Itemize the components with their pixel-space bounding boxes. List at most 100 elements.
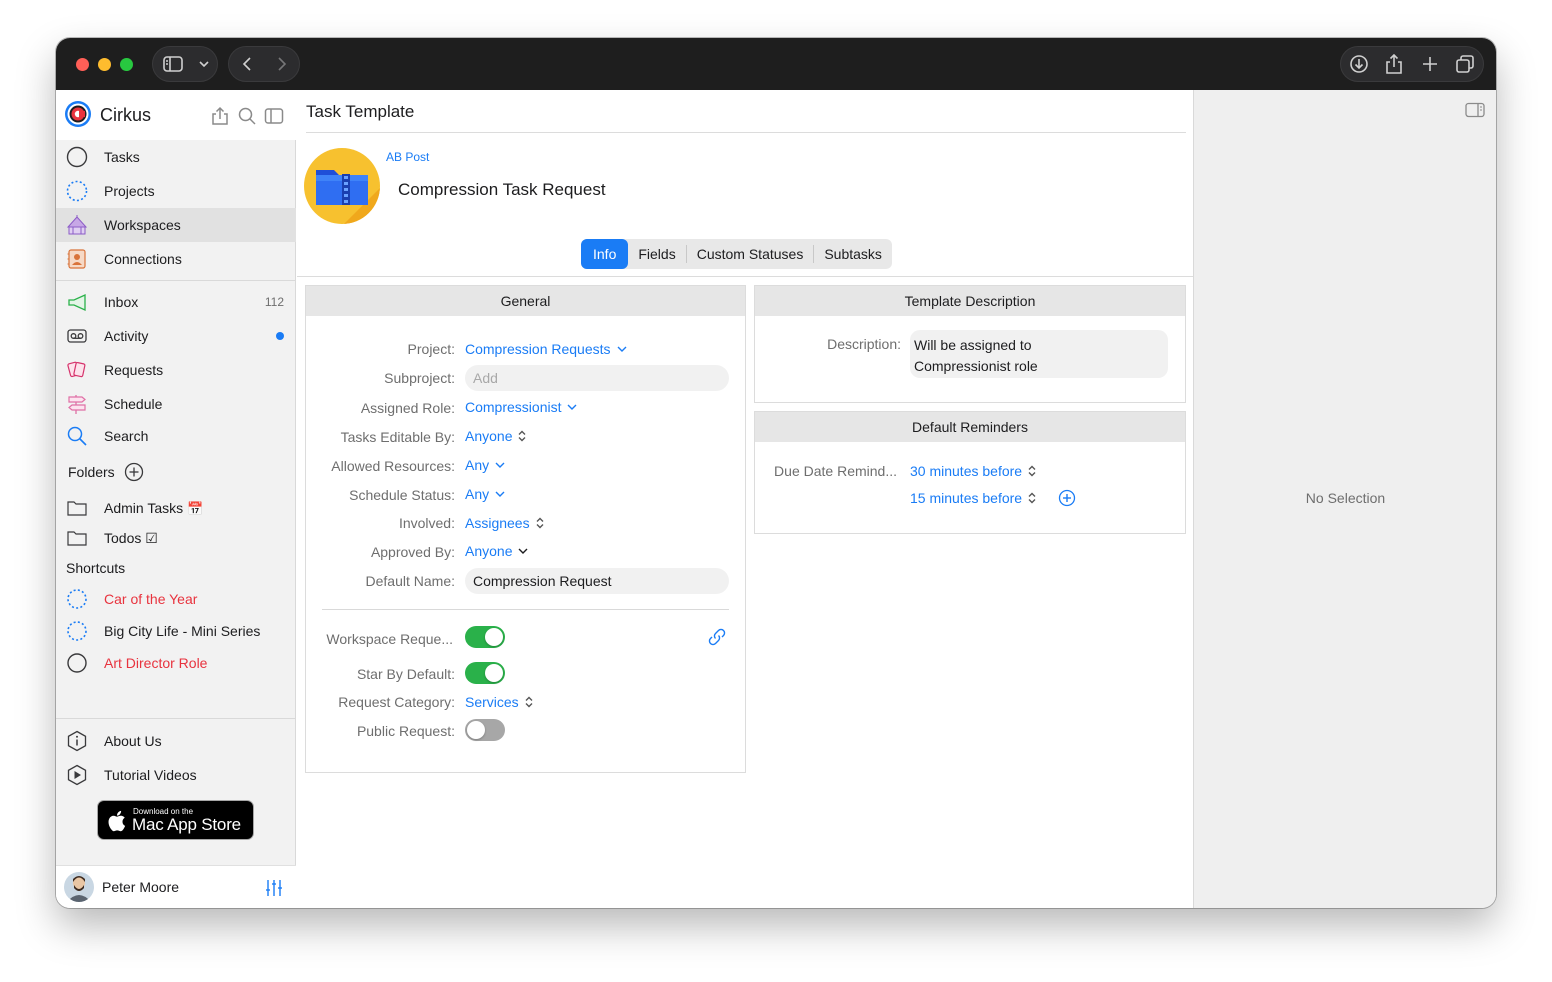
project-dropdown[interactable]: Compression Requests <box>465 341 627 357</box>
title-divider <box>306 132 1186 133</box>
sidebar-toggle-button[interactable] <box>153 47 193 81</box>
reminder-item[interactable]: 30 minutes before <box>910 463 1036 479</box>
allowed-resources-dropdown[interactable]: Any <box>465 457 505 473</box>
sidebar-item-tasks[interactable]: Tasks <box>56 140 296 174</box>
chevron-down-icon <box>518 548 528 554</box>
up-down-chevron-icon <box>536 517 544 529</box>
folder-icon <box>66 497 88 519</box>
tab-subtasks[interactable]: Subtasks <box>814 239 892 269</box>
sidebar-menu-button[interactable] <box>193 47 215 81</box>
tab-overview-button[interactable] <box>1448 47 1484 81</box>
mac-app-store-badge[interactable]: Download on the Mac App Store <box>97 800 254 840</box>
minimize-window-button[interactable] <box>98 58 111 71</box>
export-button[interactable] <box>210 106 230 126</box>
general-panel: General Project: Compression Requests Su… <box>305 285 746 773</box>
request-category-popup[interactable]: Services <box>465 694 533 710</box>
add-reminder-button[interactable] <box>1058 489 1076 507</box>
sidebar-item-label: About Us <box>104 733 162 749</box>
shortcut-label: Big City Life - Mini Series <box>104 623 261 639</box>
sliders-icon[interactable] <box>264 878 284 898</box>
avatar <box>64 872 94 902</box>
default-name-label: Default Name: <box>365 573 455 589</box>
tab-fields[interactable]: Fields <box>628 239 685 269</box>
inspector-toggle-icon[interactable] <box>1465 102 1485 118</box>
megaphone-icon <box>66 291 88 313</box>
new-tab-button[interactable] <box>1412 47 1448 81</box>
history-nav-group <box>228 46 300 82</box>
default-name-input[interactable]: Compression Request <box>465 568 729 594</box>
circus-tent-icon <box>66 214 88 236</box>
public-request-toggle[interactable] <box>465 719 505 741</box>
workspace-request-toggle[interactable] <box>465 626 505 648</box>
star-by-default-toggle[interactable] <box>465 662 505 684</box>
section-divider <box>322 609 729 610</box>
approved-by-label: Approved By: <box>370 544 455 560</box>
user-bar[interactable]: Peter Moore <box>56 865 296 908</box>
folder-label: Admin Tasks 📅 <box>104 500 203 517</box>
folder-todos[interactable]: Todos ☑ <box>56 521 296 555</box>
sidebar-item-requests[interactable]: Requests <box>56 353 296 387</box>
sidebar-item-label: Schedule <box>104 396 163 412</box>
schedule-status-dropdown[interactable]: Any <box>465 486 505 502</box>
close-window-button[interactable] <box>76 58 89 71</box>
tab-custom-statuses[interactable]: Custom Statuses <box>687 239 814 269</box>
sidebar-item-search[interactable]: Search <box>56 419 296 453</box>
allowed-resources-label: Allowed Resources: <box>331 458 455 474</box>
user-name: Peter Moore <box>102 879 180 895</box>
task-template-avatar[interactable] <box>304 148 380 224</box>
downloads-button[interactable] <box>1341 47 1377 81</box>
app-window: Cirkus Tasks Projects Workspaces Connect… <box>56 38 1496 908</box>
zip-folder-icon <box>316 170 380 224</box>
toggle-sidebar-button[interactable] <box>264 106 284 126</box>
up-down-chevron-icon <box>1028 465 1036 477</box>
tasks-editable-by-popup[interactable]: Anyone <box>465 428 526 444</box>
sidebar-item-workspaces[interactable]: Workspaces <box>56 208 296 242</box>
search-icon <box>66 425 88 447</box>
sidebar-item-label: Projects <box>104 183 155 199</box>
forward-button[interactable] <box>264 47 299 81</box>
reminder-item[interactable]: 15 minutes before <box>910 490 1036 506</box>
sidebar-item-label: Inbox <box>104 294 139 310</box>
chevron-down-icon <box>495 462 505 468</box>
back-button[interactable] <box>229 47 264 81</box>
sidebar-item-label: Connections <box>104 251 182 267</box>
sidebar-item-activity[interactable]: Activity <box>56 319 296 353</box>
workspace-request-label: Workspace Reque... <box>326 631 453 647</box>
sidebar-item-label: Workspaces <box>104 217 181 233</box>
sidebar-search-button[interactable] <box>237 106 257 126</box>
breadcrumb[interactable]: AB Post <box>386 150 429 164</box>
description-field[interactable]: Will be assigned to Compressionist role <box>910 330 1168 378</box>
shortcut-big-city-life[interactable]: Big City Life - Mini Series <box>56 614 296 648</box>
content-divider <box>297 276 1193 277</box>
share-button[interactable] <box>1377 47 1413 81</box>
sidebar-item-projects[interactable]: Projects <box>56 174 296 208</box>
sidebar-icon <box>163 56 183 72</box>
shortcut-art-director-role[interactable]: Art Director Role <box>56 646 296 680</box>
description-line: Compressionist role <box>914 358 1038 374</box>
template-description-panel: Template Description Description: Will b… <box>754 285 1186 403</box>
assigned-role-value: Compressionist <box>465 399 562 415</box>
involved-popup[interactable]: Assignees <box>465 515 544 531</box>
sidebar-item-schedule[interactable]: Schedule <box>56 387 296 421</box>
sidebar-item-tutorial-videos[interactable]: Tutorial Videos <box>56 758 296 792</box>
checkbox-emoji-icon: ☑ <box>145 529 158 546</box>
chevron-down-icon <box>567 404 577 410</box>
sidebar-item-connections[interactable]: Connections <box>56 242 296 276</box>
link-icon[interactable] <box>706 626 728 648</box>
sidebar-item-about-us[interactable]: About Us <box>56 724 296 758</box>
subproject-input[interactable]: Add <box>465 365 729 391</box>
due-date-reminder-label: Due Date Remind... <box>774 463 897 479</box>
assigned-role-dropdown[interactable]: Compressionist <box>465 399 577 415</box>
main-content: Task Template AB Post Compression Task R… <box>297 90 1193 908</box>
folder-icon <box>66 527 88 549</box>
task-template-name[interactable]: Compression Task Request <box>398 180 606 200</box>
approved-by-dropdown[interactable]: Anyone <box>465 543 528 559</box>
sidebar-item-inbox[interactable]: Inbox 112 <box>56 285 296 319</box>
subproject-label: Subproject: <box>384 370 455 386</box>
folder-admin-tasks[interactable]: Admin Tasks 📅 <box>56 491 296 525</box>
shortcut-car-of-the-year[interactable]: Car of the Year <box>56 582 296 616</box>
add-folder-button[interactable] <box>124 462 144 482</box>
tab-info[interactable]: Info <box>581 239 629 269</box>
folder-name: Admin Tasks <box>104 499 184 516</box>
zoom-window-button[interactable] <box>120 58 133 71</box>
